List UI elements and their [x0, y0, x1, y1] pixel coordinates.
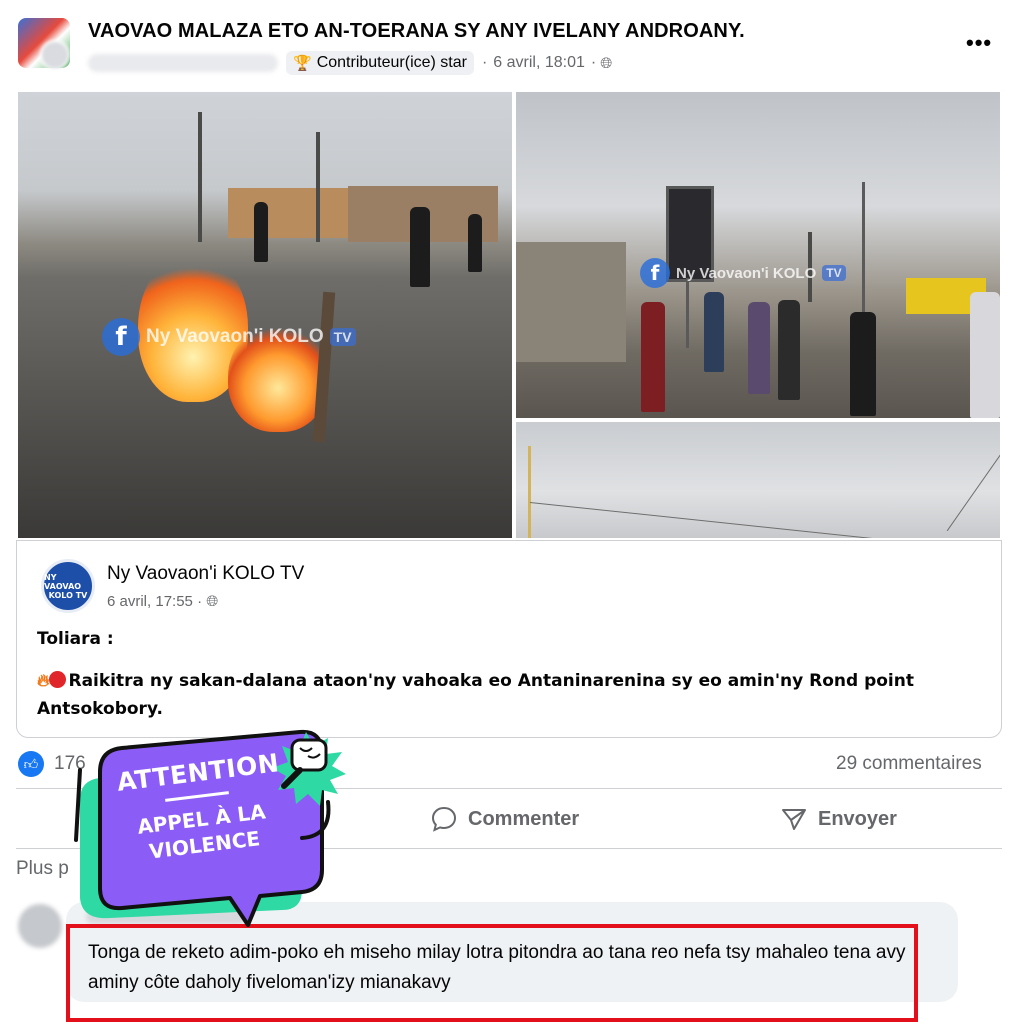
- separator: ·: [197, 593, 203, 610]
- user-avatar[interactable]: [40, 40, 70, 70]
- pole: [686, 278, 689, 348]
- watermark: f Ny Vaovaon'i KOLO TV: [640, 258, 846, 288]
- post-body-text: Raikitra ny sakan-dalana ataon'ny vahoak…: [37, 671, 914, 719]
- comment-icon: [431, 806, 457, 832]
- page-avatar-text: KOLO TV: [48, 590, 88, 600]
- building: [516, 242, 626, 362]
- contributor-badge[interactable]: 🏆 Contributeur(ice) star: [286, 51, 474, 75]
- page-avatar[interactable]: NY VAOVAO KOLO TV: [41, 559, 95, 613]
- post-timestamp[interactable]: 6 avril, 18:01: [493, 54, 585, 72]
- facebook-icon: f: [102, 318, 140, 356]
- person: [410, 207, 430, 287]
- palm-tree: [198, 112, 202, 242]
- group-title[interactable]: VAOVAO MALAZA ETO AN-TOERANA SY ANY IVEL…: [88, 20, 745, 43]
- send-button[interactable]: Envoyer: [780, 800, 897, 838]
- person: [468, 214, 482, 272]
- photo-crowd-street[interactable]: f Ny Vaovaon'i KOLO TV: [516, 92, 1000, 418]
- shared-post-card[interactable]: NY VAOVAO KOLO TV Ny Vaovaon'i KOLO TV 6…: [16, 540, 1002, 738]
- trophy-icon: 🏆: [293, 55, 312, 72]
- watermark-tv: TV: [822, 265, 846, 281]
- power-line: [529, 502, 998, 538]
- shared-post-timestamp[interactable]: 6 avril, 17:55: [107, 593, 193, 610]
- comment-button[interactable]: Commenter: [430, 800, 579, 838]
- comment-label: Commenter: [468, 807, 580, 830]
- send-icon: [782, 809, 806, 830]
- watermark-text: Ny Vaovaon'i KOLO: [146, 326, 324, 347]
- power-line: [946, 432, 1000, 532]
- palm-tree: [316, 132, 320, 242]
- comments-count[interactable]: 29 commentaires: [836, 753, 982, 775]
- photo-sky[interactable]: [516, 422, 1000, 538]
- person: [641, 302, 665, 412]
- globe-icon: 🌐︎: [600, 54, 613, 72]
- more-options-icon[interactable]: •••: [966, 30, 992, 56]
- globe-icon: 🌐︎: [206, 593, 219, 610]
- page-name[interactable]: Ny Vaovaon'i KOLO TV: [107, 563, 304, 585]
- fire-icon: 🔥︎: [37, 671, 50, 691]
- person: [970, 292, 1000, 418]
- comment-sort-label[interactable]: Plus p: [16, 858, 69, 880]
- separator: ·: [590, 54, 597, 71]
- post-body: 🔥︎ Raikitra ny sakan-dalana ataon'ny vaho…: [37, 667, 997, 723]
- pole: [862, 182, 865, 332]
- pole: [528, 446, 531, 538]
- person: [704, 292, 724, 372]
- post-location: Toliara :: [37, 629, 114, 649]
- separator: ·: [481, 54, 488, 71]
- commenter-avatar[interactable]: [18, 904, 62, 948]
- facebook-icon: f: [640, 258, 670, 288]
- author-name-blurred[interactable]: [88, 54, 278, 72]
- building: [228, 188, 348, 238]
- watermark: f Ny Vaovaon'i KOLO TV: [102, 318, 356, 356]
- like-icon[interactable]: 👍︎: [18, 751, 44, 777]
- watermark-tv: TV: [329, 328, 356, 346]
- person: [748, 302, 770, 394]
- badge-label: Contributeur(ice) star: [316, 54, 467, 71]
- highlight-frame: [66, 924, 918, 1022]
- post-meta: 🏆 Contributeur(ice) star · 6 avril, 18:0…: [88, 50, 612, 76]
- person: [850, 312, 876, 416]
- watermark-text: Ny Vaovaon'i KOLO: [676, 264, 817, 282]
- page-avatar-text: NY VAOVAO: [44, 572, 82, 591]
- red-circle-icon: [49, 671, 67, 688]
- send-label: Envoyer: [818, 807, 897, 830]
- person: [254, 202, 268, 262]
- shared-post-meta: 6 avril, 17:55 · 🌐︎: [107, 593, 218, 610]
- photo-roadblock-fire[interactable]: f Ny Vaovaon'i KOLO TV: [18, 92, 512, 538]
- person: [778, 300, 800, 400]
